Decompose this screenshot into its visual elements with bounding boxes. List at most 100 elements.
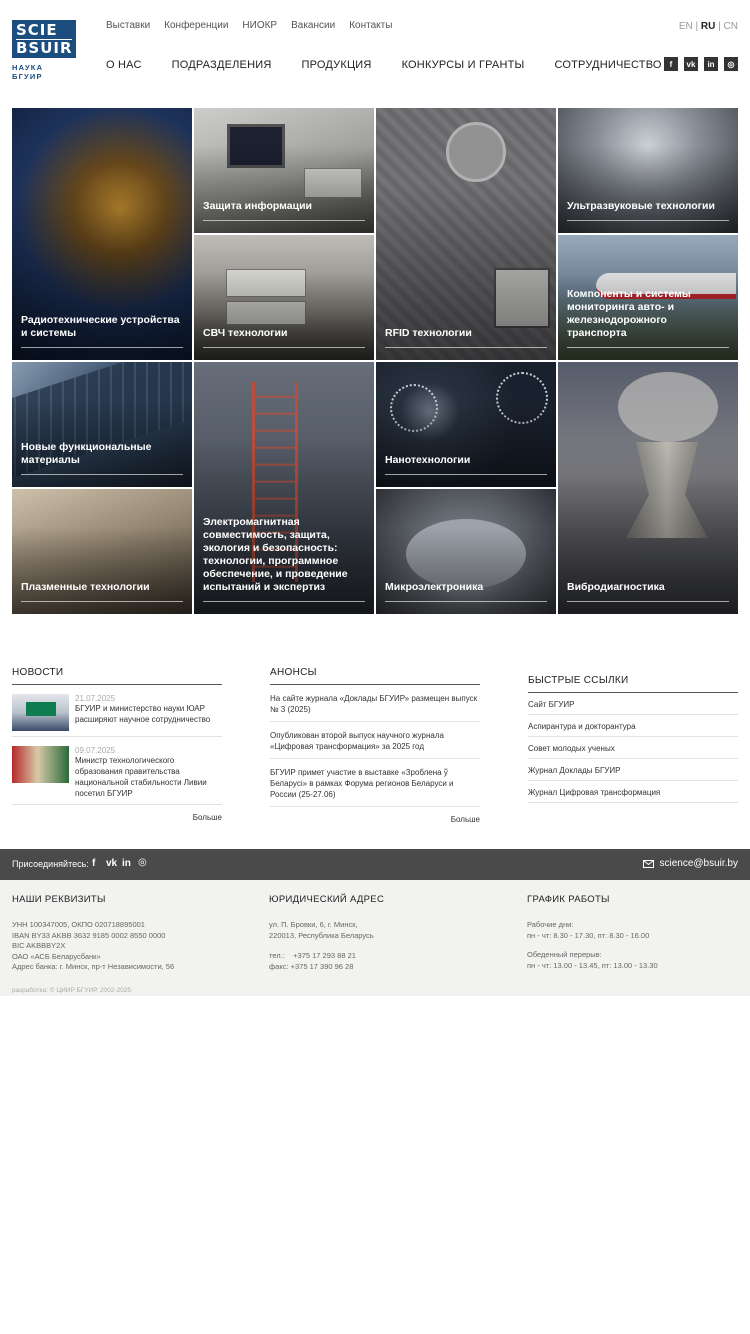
lunch-label: Обеденный перерыв: [527,950,602,959]
tile-caption: Электромагнитная совместимость, защита, … [203,516,365,602]
tile-plasma[interactable]: Плазменные технологии [12,489,192,614]
topnav-vacancies[interactable]: Вакансии [291,20,335,31]
requisites-line: BIC AKBBBY2X [12,941,66,950]
tile-caption: Вибродиагностика [567,581,729,602]
tile-caption: СВЧ технологии [203,327,365,348]
requisites-line: IBAN BY33 AKBB 3632 9185 0002 8550 0000 [12,930,166,940]
linkedin-icon[interactable]: in [704,57,718,71]
requisites-line: Адрес банка: г. Минск, пр-т Независимост… [12,962,175,971]
tile-caption: Компоненты и системы мониторинга авто- и… [567,288,729,348]
tile-nanotech[interactable]: Нанотехнологии [376,362,556,487]
footer: НАШИ РЕКВИЗИТЫ УНН 100347005, ОКПО 02071… [0,880,750,996]
social-links-header: f vk in ◎ [664,57,738,71]
facebook-icon[interactable]: f [92,858,95,869]
mail-icon [643,859,655,868]
developer-credit[interactable]: разработка: © ЦИИР БГУИР, 2002-2025 [12,987,131,994]
news-column: НОВОСТИ 21.07.2025 БГУИР и министерство … [12,667,222,822]
vk-icon[interactable]: vk [106,858,117,869]
lang-ru[interactable]: RU [701,21,715,32]
tile-microwave[interactable]: СВЧ технологии [194,235,374,360]
fax: факс: +375 17 390 96 28 [269,961,354,971]
announces-column: АНОНСЫ На сайте журнала «Доклады БГУИР» … [270,667,480,824]
phone[interactable]: тел.: +375 17 293 88 21 [269,951,489,962]
topnav-exhibitions[interactable]: Выставки [106,20,150,31]
news-date: 21.07.2025 [75,694,116,703]
vk-icon[interactable]: vk [684,57,698,71]
instagram-icon[interactable]: ◎ [724,57,738,71]
linkedin-icon[interactable]: in [122,858,131,869]
tile-rfid[interactable]: RFID технологии [376,108,556,360]
workdays-label: Рабочие дни: [527,920,574,929]
nav-products[interactable]: ПРОДУКЦИЯ [301,59,371,71]
tile-caption: Новые функциональные материалы [21,441,183,475]
tile-info-security[interactable]: Защита информации [194,108,374,233]
news-more-link[interactable]: Больше [12,813,222,822]
requisites-line: ОАО «АСБ Беларусбанк» [12,951,101,961]
social-bar: Присоединяйтесь: f vk in ◎ science@bsuir… [0,849,750,880]
news-title[interactable]: БГУИР и министерство науки ЮАР расширяют… [75,703,222,725]
tile-transport-monitoring[interactable]: Компоненты и системы мониторинга авто- и… [558,235,738,360]
logo-line-1: SCIE [16,21,58,39]
tile-ultrasound[interactable]: Ультразвуковые технологии [558,108,738,233]
logo-subtitle: НАУКА БГУИР [12,63,44,81]
tile-vibrodiagnostics[interactable]: Вибродиагностика [558,362,738,614]
nav-divisions[interactable]: ПОДРАЗДЕЛЕНИЯ [172,59,272,71]
news-date: 09.07.2025 [75,746,116,755]
lang-cn[interactable]: CN [724,21,738,32]
lunch-hours: пн - чт: 13.00 - 13.45, пт: 13.00 - 13.3… [527,960,658,970]
address-line: ул. П. Бровки, 6, г. Минск, [269,920,358,929]
email-link[interactable]: science@bsuir.by [643,858,738,869]
tile-caption: Микроэлектроника [385,581,547,602]
topnav-contacts[interactable]: Контакты [349,20,392,31]
tile-caption: Ультразвуковые технологии [567,200,729,221]
nav-about[interactable]: О НАС [106,59,142,71]
quick-links-heading: БЫСТРЫЕ ССЫЛКИ [528,675,738,693]
nav-grants[interactable]: КОНКУРСЫ И ГРАНТЫ [402,59,525,71]
quick-link-journal-digital[interactable]: Журнал Цифровая трансформация [528,781,738,803]
news-item[interactable]: 09.07.2025 Министр технологического обра… [12,746,222,805]
announce-item[interactable]: Опубликован второй выпуск научного журна… [270,722,480,759]
quick-link-journal-reports[interactable]: Журнал Доклады БГУИР [528,759,738,781]
tile-caption: Радиотехнические устройства и системы [21,314,183,348]
instagram-icon[interactable]: ◎ [138,857,147,868]
tile-caption: Нанотехнологии [385,454,547,475]
language-switcher: EN | RU | CN [679,21,738,32]
news-title[interactable]: Министр технологического образования пра… [75,755,222,799]
lang-separator: | [695,21,699,32]
logo-line-2: BSUIR [16,39,73,57]
site-logo[interactable]: SCIE BSUIR НАУКА БГУИР [12,20,76,81]
schedule-block: ГРАФИК РАБОТЫ Рабочие дни: пн - чт: 8.30… [527,894,742,971]
nav-cooperation[interactable]: СОТРУДНИЧЕСТВО [554,59,661,71]
quick-link-postgraduate[interactable]: Аспирантура и докторантура [528,715,738,737]
join-label: Присоединяйтесь: [12,859,89,869]
tile-radio-devices[interactable]: Радиотехнические устройства и системы [12,108,192,360]
announce-item[interactable]: БГУИР примет участие в выставке «Зробле­… [270,759,480,807]
main-nav: О НАС ПОДРАЗДЕЛЕНИЯ ПРОДУКЦИЯ КОНКУРСЫ И… [106,59,692,71]
topnav-niokr[interactable]: НИОКР [242,20,277,31]
facebook-icon[interactable]: f [664,57,678,71]
logo-mark: SCIE BSUIR [12,20,76,58]
tile-caption: RFID технологии [385,327,547,348]
top-nav: Выставки Конференции НИОКР Вакансии Конт… [106,20,392,31]
quick-link-young-scientists[interactable]: Совет молодых ученых [528,737,738,759]
news-heading: НОВОСТИ [12,667,222,685]
tile-emc[interactable]: Электромагнитная совместимость, защита, … [194,362,374,614]
lang-en[interactable]: EN [679,21,693,32]
quick-links-column: БЫСТРЫЕ ССЫЛКИ Сайт БГУИР Аспирантура и … [528,675,738,803]
requisites-block: НАШИ РЕКВИЗИТЫ УНН 100347005, ОКПО 02071… [12,894,242,973]
workdays-hours: пн - чт: 8.30 - 17.30, пт: 8.30 - 16.00 [527,930,650,940]
address-heading: ЮРИДИЧЕСКИЙ АДРЕС [269,894,385,905]
tile-microelectronics[interactable]: Микроэлектроника [376,489,556,614]
tile-caption: Защита информации [203,200,365,221]
topnav-conferences[interactable]: Конференции [164,20,228,31]
quick-link-bsuir[interactable]: Сайт БГУИР [528,693,738,715]
tile-caption: Плазменные технологии [21,581,183,602]
announces-more-link[interactable]: Больше [270,815,480,824]
requisites-line: УНН 100347005, ОКПО 020718895001 [12,920,145,929]
address-line: 220013, Республика Беларусь [269,930,374,940]
tile-functional-materials[interactable]: Новые функциональные материалы [12,362,192,487]
address-block: ЮРИДИЧЕСКИЙ АДРЕС ул. П. Бровки, 6, г. М… [269,894,489,972]
announce-item[interactable]: На сайте журнала «Доклады БГУИР» размеще… [270,685,480,722]
email-address[interactable]: science@bsuir.by [659,858,738,869]
news-item[interactable]: 21.07.2025 БГУИР и министерство науки ЮА… [12,694,222,737]
